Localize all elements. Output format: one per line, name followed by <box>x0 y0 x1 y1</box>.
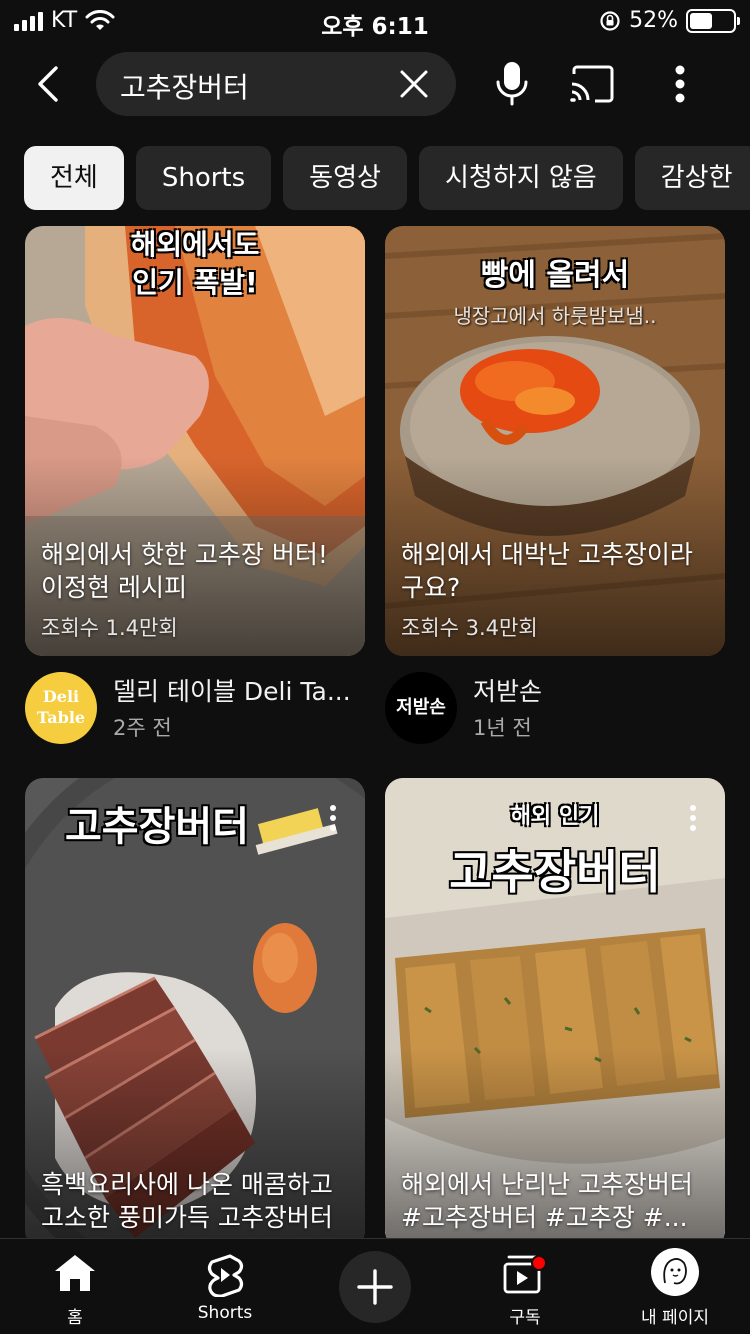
upload-time: 2주 전 <box>113 716 172 740</box>
search-header: 고추장버터 <box>0 52 750 116</box>
channel-name: 저받손 <box>473 677 543 706</box>
bottom-navigation: 홈 Shorts 구독 내 페이지 <box>0 1238 750 1334</box>
plus-icon <box>357 1269 393 1305</box>
channel-info[interactable]: 저받손 저받손 1년 전 <box>385 672 725 746</box>
filter-chip[interactable]: 시청하지 않음 <box>418 146 623 210</box>
battery-icon <box>686 8 740 33</box>
avatar-text: Deli <box>42 687 80 706</box>
nav-subscriptions[interactable]: 구독 <box>450 1239 600 1334</box>
overlay-line: 고추장버터 <box>65 804 249 850</box>
overlay-line: 해외에서도 <box>130 228 260 261</box>
filter-chip[interactable]: 감상한 <box>634 146 750 210</box>
channel-avatar[interactable]: 저받손 <box>385 672 457 744</box>
battery-fill <box>690 12 712 29</box>
upload-time: 1년 전 <box>473 716 532 740</box>
avatar-text: 저받손 <box>396 697 446 718</box>
thumbnail-overlay-text: 빵에 올려서 냉장고에서 하룻밤보냄.. <box>385 256 725 336</box>
microphone-icon[interactable] <box>492 60 532 108</box>
video-title: 해외에서 대박난 고추장이라구요? <box>401 540 693 602</box>
overlay-line: 냉장고에서 하룻밤보냄.. <box>453 304 657 328</box>
search-input[interactable]: 고추장버터 <box>96 52 456 116</box>
filter-chips: 전체 Shorts 동영상 시청하지 않음 감상한 <box>24 146 750 210</box>
filter-chip[interactable]: Shorts <box>135 146 272 210</box>
more-vert-icon[interactable] <box>683 802 703 838</box>
nav-label: 홈 <box>67 1308 83 1328</box>
rotation-lock-icon <box>600 10 620 31</box>
cast-icon[interactable] <box>568 64 616 104</box>
status-bar: KT 오후 6:11 52% <box>0 0 750 42</box>
avatar-text: Table <box>36 708 86 727</box>
short-card[interactable]: 고추장버터 흑백요리사에 나온 매콤하고 고소한 풍미가득 고추장버터 <box>25 778 365 1248</box>
overlay-line: 해외 인기 <box>510 804 600 829</box>
filter-chip[interactable]: 동영상 <box>283 146 407 210</box>
overlay-line: 인기 폭발! <box>132 266 258 299</box>
nav-shorts[interactable]: Shorts <box>150 1239 300 1334</box>
short-card[interactable]: 해외 인기 고추장버터 해외에서 난리난 고추장버터 #고추장버터 #고추장 #… <box>385 778 725 1248</box>
shorts-icon <box>207 1254 244 1297</box>
video-title: 흑백요리사에 나온 매콤하고 고소한 풍미가득 고추장버터 <box>41 1170 333 1232</box>
video-title: 해외에서 난리난 고추장버터 #고추장버터 #고추장 #... <box>401 1170 693 1232</box>
status-right: 52% <box>599 8 740 33</box>
short-card[interactable]: 빵에 올려서 냉장고에서 하룻밤보냄.. 해외에서 대박난 고추장이라구요? 조… <box>385 226 725 656</box>
video-title: 해외에서 핫한 고추장 버터! 이정현 레시피 <box>41 540 328 602</box>
filter-chip[interactable]: 전체 <box>24 146 124 210</box>
view-count: 조회수 1.4만회 <box>41 616 178 640</box>
thumbnail-overlay-text: 해외에서도 인기 폭발! <box>25 226 365 302</box>
channel-name: 델리 테이블 Deli Ta... <box>113 677 351 706</box>
more-vert-icon[interactable] <box>323 802 343 838</box>
nav-label: 구독 <box>509 1308 541 1328</box>
thumbnail-overlay-text: 해외 인기 고추장버터 <box>385 802 725 912</box>
battery-percent: 52% <box>629 8 678 33</box>
home-icon <box>55 1255 95 1291</box>
overlay-line: 고추장버터 <box>449 845 661 899</box>
more-vert-icon[interactable] <box>664 62 696 106</box>
search-query-text: 고추장버터 <box>120 71 249 104</box>
channel-avatar[interactable]: Deli Table <box>25 672 97 744</box>
back-arrow-icon[interactable] <box>24 58 76 110</box>
channel-info[interactable]: Deli Table 델리 테이블 Deli Ta... 2주 전 <box>25 672 365 746</box>
short-card[interactable]: 해외에서도 인기 폭발! 해외에서 핫한 고추장 버터! 이정현 레시피 조회수… <box>25 226 365 656</box>
overlay-line: 빵에 올려서 <box>480 258 630 293</box>
nav-label: Shorts <box>197 1303 253 1323</box>
nav-home[interactable]: 홈 <box>0 1239 150 1334</box>
view-count: 조회수 3.4만회 <box>401 616 538 640</box>
nav-label: 내 페이지 <box>641 1308 709 1328</box>
create-button[interactable] <box>339 1251 411 1323</box>
nav-my-page[interactable]: 내 페이지 <box>600 1239 750 1334</box>
thumbnail-overlay-text: 고추장버터 <box>25 802 365 852</box>
profile-avatar-icon <box>651 1248 699 1296</box>
subscriptions-icon <box>503 1255 547 1294</box>
close-icon[interactable] <box>394 64 434 104</box>
